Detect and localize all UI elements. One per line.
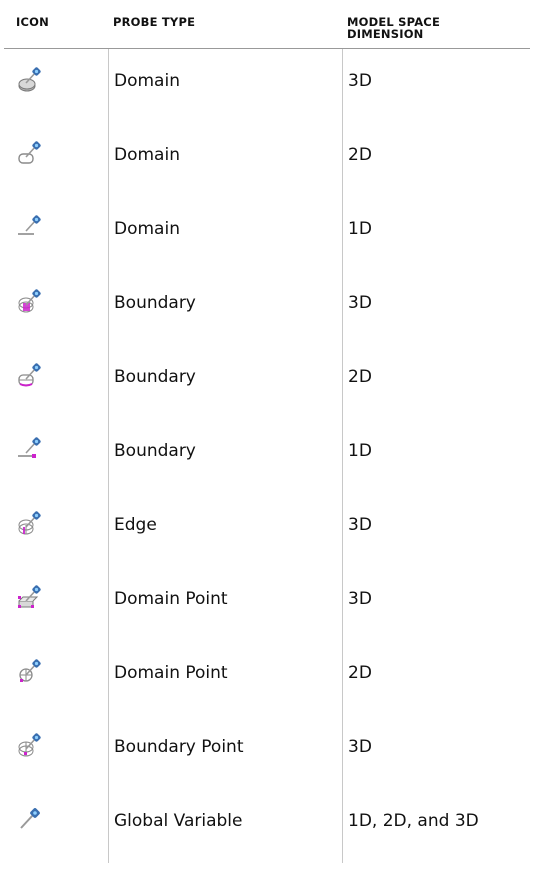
icon-cell xyxy=(4,789,108,863)
edge-3d-probe-icon xyxy=(18,511,42,535)
boundary-point-3d-probe-icon xyxy=(18,733,42,757)
icon-cell xyxy=(4,49,108,123)
domain-point-2d-probe-icon xyxy=(19,659,42,682)
table-row: Domain Point 2D xyxy=(4,641,530,715)
header-icon: ICON xyxy=(16,15,49,29)
table-row: Boundary 1D xyxy=(4,419,530,493)
domain-2d-probe-icon xyxy=(18,141,42,164)
header-dimension: MODEL SPACE DIMENSION xyxy=(342,0,530,48)
dimension: 3D xyxy=(342,715,530,789)
dimension: 2D xyxy=(342,123,530,197)
table-row: Domain 3D xyxy=(4,49,530,123)
table-row: Domain 1D xyxy=(4,197,530,271)
table-row: Boundary 3D xyxy=(4,271,530,345)
table-row: Domain Point 3D xyxy=(4,567,530,641)
header-dimension-line2: DIMENSION xyxy=(347,27,424,41)
probe-type: Global Variable xyxy=(108,789,342,863)
table-row: Global Variable 1D, 2D, and 3D xyxy=(4,789,530,863)
icon-cell xyxy=(4,123,108,197)
dimension: 1D xyxy=(342,197,530,271)
table-row: Boundary Point 3D xyxy=(4,715,530,789)
domain-3d-probe-icon xyxy=(18,67,42,92)
icon-cell xyxy=(4,419,108,493)
dimension: 2D xyxy=(342,345,530,419)
table-header: ICON PROBE TYPE MODEL SPACE DIMENSION xyxy=(4,0,530,49)
icon-cell xyxy=(4,493,108,567)
probe-type: Domain xyxy=(108,197,342,271)
probe-type: Domain xyxy=(108,123,342,197)
probe-types-table: ICON PROBE TYPE MODEL SPACE DIMENSION Do… xyxy=(4,0,530,863)
icon-cell xyxy=(4,641,108,715)
domain-1d-probe-icon xyxy=(18,215,42,235)
probe-type: Boundary xyxy=(108,345,342,419)
boundary-3d-probe-icon xyxy=(18,289,42,313)
dimension: 1D xyxy=(342,419,530,493)
table-row: Edge 3D xyxy=(4,493,530,567)
header-probe-type: PROBE TYPE xyxy=(113,15,196,29)
dimension: 3D xyxy=(342,49,530,123)
dimension: 3D xyxy=(342,567,530,641)
icon-cell xyxy=(4,271,108,345)
probe-type: Edge xyxy=(108,493,342,567)
dimension: 1D, 2D, and 3D xyxy=(342,789,530,863)
dimension: 3D xyxy=(342,271,530,345)
probe-type: Domain Point xyxy=(108,641,342,715)
probe-type: Boundary Point xyxy=(108,715,342,789)
global-variable-probe-icon xyxy=(20,808,40,829)
probe-type: Boundary xyxy=(108,419,342,493)
probe-type: Boundary xyxy=(108,271,342,345)
probe-type: Domain xyxy=(108,49,342,123)
icon-cell xyxy=(4,715,108,789)
dimension: 2D xyxy=(342,641,530,715)
domain-point-3d-probe-icon xyxy=(18,585,42,608)
icon-cell xyxy=(4,567,108,641)
dimension: 3D xyxy=(342,493,530,567)
table-row: Boundary 2D xyxy=(4,345,530,419)
icon-cell xyxy=(4,345,108,419)
icon-cell xyxy=(4,197,108,271)
boundary-1d-probe-icon xyxy=(18,437,42,458)
probe-type: Domain Point xyxy=(108,567,342,641)
boundary-2d-probe-icon xyxy=(18,363,42,387)
table-row: Domain 2D xyxy=(4,123,530,197)
